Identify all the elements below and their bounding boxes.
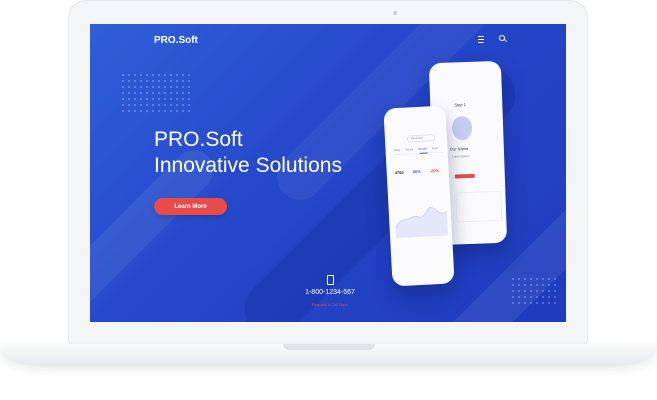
mobile-phone-icon xyxy=(327,275,334,285)
brand-logo[interactable]: PRO.Soft xyxy=(154,35,198,46)
mockup-step-title: Step 1 xyxy=(454,102,466,108)
mockup-tab: Year xyxy=(431,145,438,151)
mockup-subtitle: Our Name xyxy=(449,145,469,152)
mockup-tab: Daily xyxy=(393,147,401,153)
dot-pattern xyxy=(120,72,190,116)
hero-title-line: PRO.Soft xyxy=(154,128,243,151)
mockup-avatar xyxy=(451,115,473,141)
mockup-area-chart xyxy=(395,206,449,239)
webcam xyxy=(393,11,397,15)
dot-pattern xyxy=(510,276,560,304)
mockup-stat: -20% xyxy=(429,167,440,174)
request-callback-link[interactable]: Request a Call Back xyxy=(270,302,390,307)
search-icon[interactable] xyxy=(499,35,505,41)
laptop-base-notch xyxy=(283,344,375,350)
mockup-tabs-active xyxy=(419,152,428,154)
learn-more-button[interactable]: Learn More xyxy=(154,198,227,215)
phone-mockup-front: Revenue Daily Week Month Year 4765 80% -… xyxy=(383,105,455,287)
hero-title: PRO.Soft Innovative Solutions xyxy=(154,127,342,179)
mockup-caption: Lorem Ipsum xyxy=(452,153,470,159)
mockup-select-label: Revenue xyxy=(410,135,424,141)
mockup-stat: 80% xyxy=(412,168,421,175)
mockup-red-button xyxy=(454,173,475,179)
mockup-tab: Week xyxy=(405,147,414,152)
mockup-tab: Month xyxy=(418,146,427,151)
hamburger-menu-icon[interactable] xyxy=(478,36,484,43)
laptop-screen: PRO.Soft PRO.Soft Innovative Solutions L… xyxy=(90,24,566,322)
contact-phone-number[interactable]: 1-800-1234-567 xyxy=(270,289,390,296)
hero-title-line: Innovative Solutions xyxy=(154,154,342,177)
mockup-card xyxy=(455,190,503,223)
mockup-stat: 4765 xyxy=(394,169,404,176)
